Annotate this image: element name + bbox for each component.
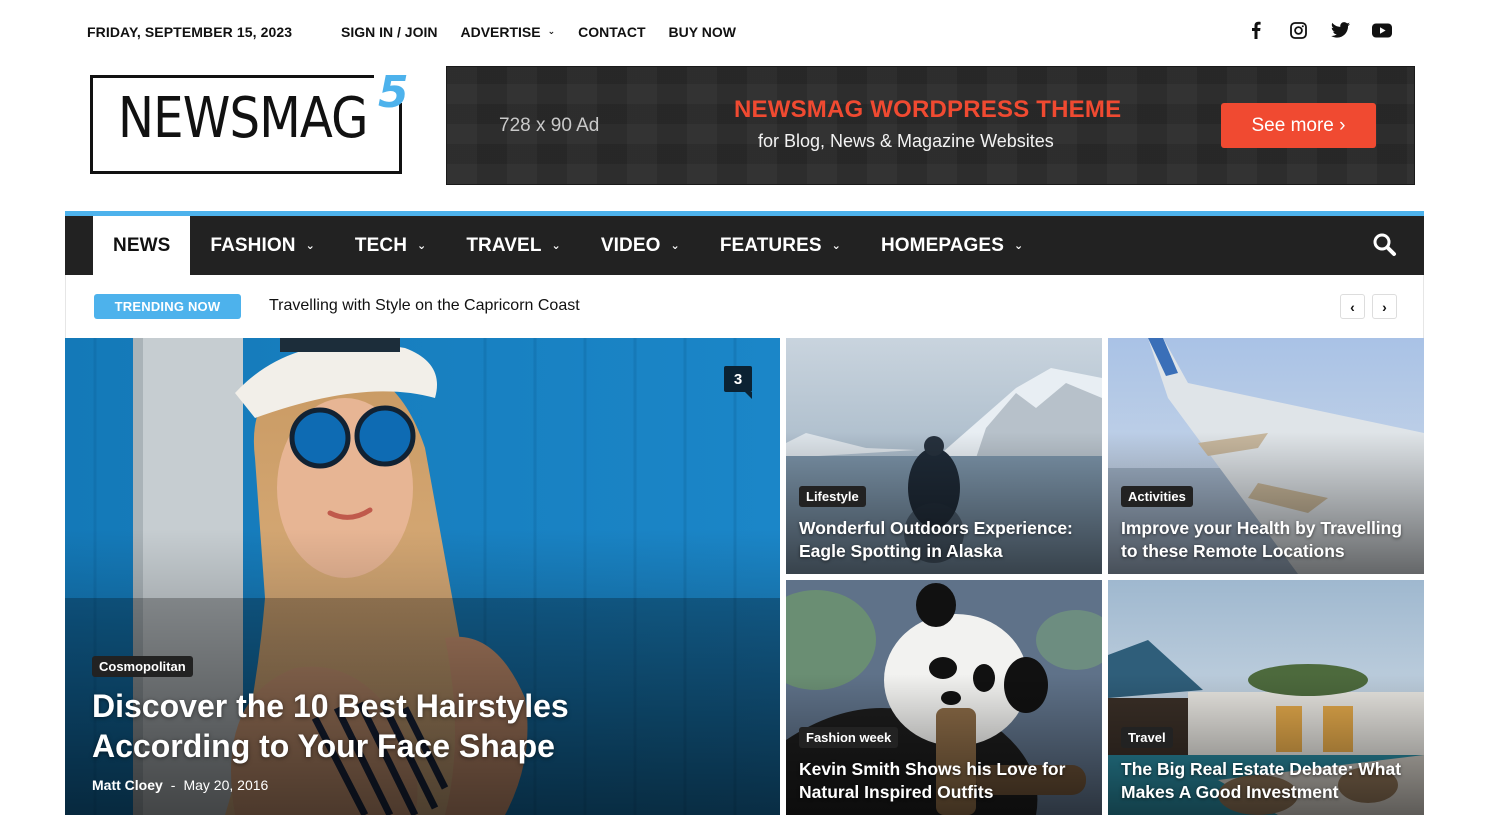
ad-title: NEWSMAG WORDPRESS THEME bbox=[734, 96, 1122, 123]
menu-item-news[interactable]: NEWS bbox=[93, 216, 191, 275]
facebook-icon[interactable] bbox=[1246, 20, 1266, 40]
see-more-button[interactable]: See more › bbox=[1221, 103, 1376, 148]
menu-label: HOMEPAGES bbox=[880, 234, 1004, 256]
chevron-right-icon: › bbox=[1382, 298, 1387, 315]
chevron-down-icon: ⌄ bbox=[670, 240, 680, 252]
instagram-icon[interactable] bbox=[1288, 20, 1308, 40]
comment-count-badge[interactable]: 3 bbox=[724, 366, 752, 399]
sign-in-join-link[interactable]: SIGN IN / JOIN bbox=[341, 24, 437, 40]
advertise-label: ADVERTISE bbox=[460, 24, 541, 40]
contact-label: CONTACT bbox=[578, 24, 646, 40]
trending-headline[interactable]: Travelling with Style on the Capricorn C… bbox=[269, 297, 580, 315]
buy-now-link[interactable]: BUY NOW bbox=[669, 24, 736, 40]
menu-label: FASHION bbox=[210, 234, 296, 256]
chevron-down-icon: ⌄ bbox=[417, 240, 427, 252]
social-links bbox=[1246, 20, 1392, 40]
menu-item-tech[interactable]: TECH ⌄ bbox=[335, 216, 446, 275]
top-links: SIGN IN / JOIN ADVERTISE ⌄ CONTACT BUY NO… bbox=[341, 24, 759, 40]
tile-title[interactable]: Kevin Smith Shows his Love for Natural I… bbox=[799, 758, 1092, 804]
trending-prev-button[interactable]: ‹ bbox=[1340, 294, 1365, 319]
chevron-down-icon: ⌄ bbox=[551, 240, 561, 252]
logo-version: 5 bbox=[378, 67, 409, 118]
youtube-icon[interactable] bbox=[1372, 20, 1392, 40]
ad-banner[interactable]: 728 x 90 Ad NEWSMAG WORDPRESS THEME for … bbox=[446, 66, 1415, 185]
meta-separator: - bbox=[170, 777, 176, 793]
menu-label: NEWS bbox=[113, 234, 171, 256]
chevron-left-icon: ‹ bbox=[1350, 298, 1355, 315]
top-bar: FRIDAY, SEPTEMBER 15, 2023 SIGN IN / JOI… bbox=[0, 0, 1500, 62]
featured-article[interactable]: 3 Cosmopolitan Discover the 10 Best Hair… bbox=[65, 338, 780, 815]
trending-bar: TRENDING NOW Travelling with Style on th… bbox=[65, 275, 1424, 338]
ad-size-label: 728 x 90 Ad bbox=[499, 115, 600, 136]
category-tag[interactable]: Activities bbox=[1121, 486, 1193, 507]
tile-title[interactable]: The Big Real Estate Debate: What Makes A… bbox=[1121, 758, 1414, 804]
menu-item-fashion[interactable]: FASHION ⌄ bbox=[190, 216, 334, 275]
menu-item-travel[interactable]: TRAVEL ⌄ bbox=[446, 216, 581, 275]
chevron-down-icon: ⌄ bbox=[305, 240, 315, 252]
menu-label: FEATURES bbox=[719, 234, 822, 256]
featured-title[interactable]: Discover the 10 Best Hairstyles Accordin… bbox=[92, 686, 612, 766]
tile-title[interactable]: Improve your Health by Travelling to the… bbox=[1121, 517, 1414, 563]
menu-item-homepages[interactable]: HOMEPAGES ⌄ bbox=[861, 216, 1043, 275]
menu-label: TRAVEL bbox=[466, 234, 542, 256]
ad-subtitle: for Blog, News & Magazine Websites bbox=[758, 131, 1054, 151]
sign-in-join-label: SIGN IN / JOIN bbox=[341, 24, 438, 40]
site-logo[interactable]: NEWSMAG 5 bbox=[90, 67, 414, 175]
buy-now-label: BUY NOW bbox=[668, 24, 736, 40]
article-tile[interactable]: Activities Improve your Health by Travel… bbox=[1108, 338, 1424, 574]
category-tag[interactable]: Lifestyle bbox=[799, 486, 866, 507]
twitter-icon[interactable] bbox=[1330, 20, 1350, 40]
publish-date: May 20, 2016 bbox=[183, 777, 269, 793]
menu-label: TECH bbox=[354, 234, 408, 256]
author-link[interactable]: Matt Cloey bbox=[92, 777, 163, 793]
advertise-link[interactable]: ADVERTISE ⌄ bbox=[460, 24, 555, 40]
chevron-down-icon: ⌄ bbox=[831, 240, 841, 252]
article-tile[interactable]: Lifestyle Wonderful Outdoors Experience:… bbox=[786, 338, 1102, 574]
featured-meta: Matt Cloey - May 20, 2016 bbox=[92, 777, 268, 793]
category-tag[interactable]: Travel bbox=[1121, 727, 1173, 748]
current-date: FRIDAY, SEPTEMBER 15, 2023 bbox=[87, 24, 293, 40]
contact-link[interactable]: CONTACT bbox=[578, 24, 645, 40]
trending-next-button[interactable]: › bbox=[1372, 294, 1397, 319]
trending-now-badge: TRENDING NOW bbox=[94, 294, 241, 319]
menu-item-features[interactable]: FEATURES ⌄ bbox=[700, 216, 861, 275]
chevron-down-icon: ⌄ bbox=[1013, 240, 1024, 252]
category-tag[interactable]: Fashion week bbox=[799, 727, 899, 748]
logo-text: NEWSMAG bbox=[118, 86, 368, 151]
article-tile[interactable]: Travel The Big Real Estate Debate: What … bbox=[1108, 580, 1424, 815]
menu-item-video[interactable]: VIDEO ⌄ bbox=[581, 216, 700, 275]
main-menu: NEWS FASHION ⌄ TECH ⌄ TRAVEL ⌄ VIDEO ⌄ FEATU… bbox=[65, 216, 1424, 275]
tile-title[interactable]: Wonderful Outdoors Experience: Eagle Spo… bbox=[799, 517, 1092, 563]
search-icon[interactable] bbox=[1372, 232, 1398, 258]
menu-label: VIDEO bbox=[600, 234, 661, 256]
article-tile[interactable]: Fashion week Kevin Smith Shows his Love … bbox=[786, 580, 1102, 815]
chevron-down-icon: ⌄ bbox=[547, 25, 556, 36]
category-tag[interactable]: Cosmopolitan bbox=[92, 656, 193, 677]
